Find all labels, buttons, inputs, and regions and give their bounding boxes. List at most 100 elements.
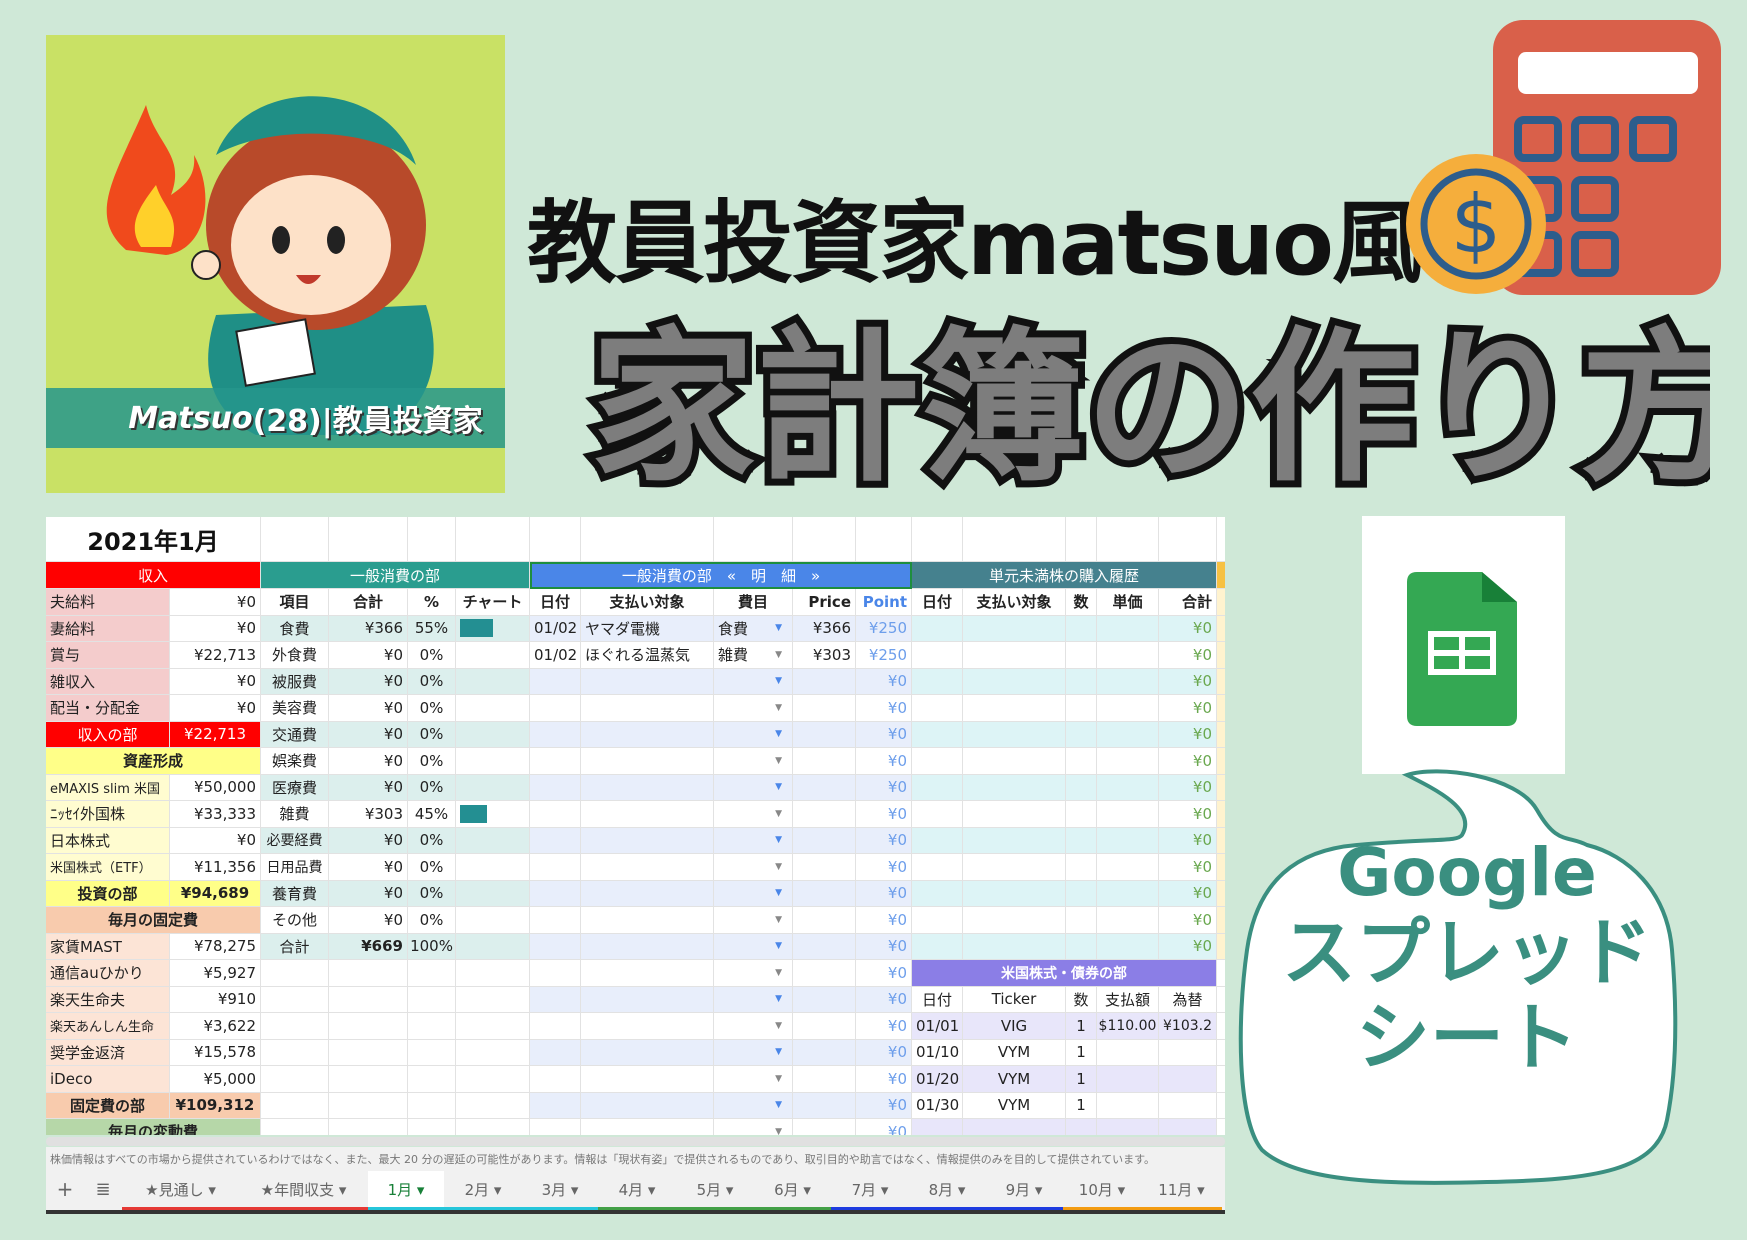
detail-payee[interactable] [581, 827, 714, 854]
cell[interactable] [261, 1039, 329, 1066]
row-value[interactable]: ¥11,356 [170, 854, 261, 881]
row-value[interactable]: ¥910 [170, 986, 261, 1013]
us-fx[interactable] [1159, 1039, 1217, 1066]
oddlot-cell[interactable] [963, 774, 1066, 801]
us-quantity[interactable]: 1 [1066, 1013, 1097, 1040]
detail-price[interactable] [793, 748, 856, 775]
row-value[interactable]: ¥109,312 [170, 1092, 261, 1119]
dropdown-arrow-icon[interactable]: ▼ [775, 756, 782, 766]
sheet-tab[interactable]: 1月 ▾ [368, 1171, 444, 1210]
cell[interactable] [1097, 1119, 1159, 1135]
cell[interactable] [1217, 748, 1225, 775]
us-paid[interactable] [1097, 1092, 1159, 1119]
detail-point[interactable]: ¥250 [856, 642, 912, 669]
oddlot-cell[interactable] [1066, 642, 1097, 669]
detail-date[interactable] [530, 695, 581, 722]
cell[interactable] [1217, 721, 1225, 748]
oddlot-cell[interactable] [1066, 748, 1097, 775]
detail-date[interactable] [530, 960, 581, 987]
detail-date[interactable] [530, 907, 581, 934]
row-value[interactable]: ¥22,713 [170, 642, 261, 669]
cell[interactable] [261, 1066, 329, 1093]
detail-price[interactable] [793, 1039, 856, 1066]
oddlot-cell[interactable] [1097, 748, 1159, 775]
oddlot-cell[interactable] [912, 827, 963, 854]
cell[interactable] [1217, 907, 1225, 934]
cell[interactable] [329, 1013, 408, 1040]
detail-price[interactable] [793, 960, 856, 987]
dropdown-arrow-icon[interactable]: ▼ [775, 915, 782, 925]
dropdown-arrow-icon[interactable]: ▼ [775, 835, 782, 845]
oddlot-cell[interactable] [963, 854, 1066, 881]
cell[interactable] [1217, 668, 1225, 695]
detail-date[interactable] [530, 721, 581, 748]
add-sheet-button[interactable]: + [46, 1171, 84, 1210]
oddlot-total[interactable]: ¥0 [1159, 774, 1217, 801]
dropdown-arrow-icon[interactable]: ▼ [775, 941, 782, 951]
cell[interactable] [408, 960, 456, 987]
category-total[interactable]: ¥0 [329, 774, 408, 801]
row-value[interactable]: ¥22,713 [170, 721, 261, 748]
us-quantity[interactable]: 1 [1066, 1066, 1097, 1093]
detail-payee[interactable] [581, 1092, 714, 1119]
cell[interactable] [456, 1092, 530, 1119]
detail-payee[interactable] [581, 801, 714, 828]
oddlot-cell[interactable] [963, 695, 1066, 722]
sheet-tab[interactable]: ★見通し ▾ [122, 1171, 239, 1210]
oddlot-cell[interactable] [912, 801, 963, 828]
cell-grid[interactable]: 2021年1月 収入 一般消費の部 一般消費の部 « 明 細 » 単元未満株の購入履歴夫… [46, 517, 1225, 1135]
oddlot-cell[interactable] [1066, 827, 1097, 854]
oddlot-total[interactable]: ¥0 [1159, 801, 1217, 828]
us-fx[interactable]: ¥103.2 [1159, 1013, 1217, 1040]
detail-payee[interactable] [581, 960, 714, 987]
oddlot-cell[interactable] [1097, 721, 1159, 748]
dropdown-arrow-icon[interactable]: ▼ [775, 1127, 782, 1135]
detail-date[interactable] [530, 1119, 581, 1135]
cell[interactable] [456, 986, 530, 1013]
detail-date[interactable] [530, 1066, 581, 1093]
detail-point[interactable]: ¥0 [856, 668, 912, 695]
detail-point[interactable]: ¥0 [856, 960, 912, 987]
category-total[interactable]: ¥0 [329, 748, 408, 775]
cell[interactable] [1217, 880, 1225, 907]
detail-payee[interactable]: ほぐれる温蒸気 [581, 642, 714, 669]
sheet-tab[interactable]: 11月 ▾ [1141, 1171, 1222, 1210]
oddlot-cell[interactable] [1066, 695, 1097, 722]
oddlot-cell[interactable] [1097, 880, 1159, 907]
oddlot-cell[interactable] [912, 721, 963, 748]
oddlot-cell[interactable] [963, 933, 1066, 960]
cell[interactable] [329, 1119, 408, 1135]
detail-date[interactable] [530, 880, 581, 907]
cell[interactable] [261, 517, 329, 562]
cell[interactable] [963, 517, 1066, 562]
category-percent[interactable]: 0% [408, 827, 456, 854]
detail-category-dropdown[interactable]: 雑費 ▼ [714, 642, 793, 669]
detail-category-dropdown[interactable]: ▼ [714, 854, 793, 881]
oddlot-cell[interactable] [1066, 907, 1097, 934]
row-value[interactable]: ¥5,927 [170, 960, 261, 987]
cell[interactable] [329, 986, 408, 1013]
detail-point[interactable]: ¥0 [856, 1013, 912, 1040]
sheet-tab[interactable]: 3月 ▾ [522, 1171, 598, 1210]
detail-point[interactable]: ¥0 [856, 880, 912, 907]
row-value[interactable]: ¥33,333 [170, 801, 261, 828]
cell[interactable] [1217, 1066, 1225, 1093]
oddlot-cell[interactable] [1066, 854, 1097, 881]
detail-category-dropdown[interactable]: ▼ [714, 1092, 793, 1119]
detail-payee[interactable] [581, 1066, 714, 1093]
detail-price[interactable] [793, 721, 856, 748]
sheet-tab[interactable]: 10月 ▾ [1063, 1171, 1141, 1210]
oddlot-cell[interactable] [963, 642, 1066, 669]
detail-category-dropdown[interactable]: ▼ [714, 986, 793, 1013]
oddlot-cell[interactable] [1097, 827, 1159, 854]
cell[interactable] [329, 517, 408, 562]
detail-payee[interactable] [581, 774, 714, 801]
detail-category-dropdown[interactable]: ▼ [714, 933, 793, 960]
cell[interactable] [408, 517, 456, 562]
row-value[interactable]: ¥0 [170, 589, 261, 616]
cell[interactable] [1217, 695, 1225, 722]
cell[interactable] [329, 960, 408, 987]
us-quantity[interactable]: 1 [1066, 1039, 1097, 1066]
detail-price[interactable] [793, 1092, 856, 1119]
oddlot-cell[interactable] [963, 668, 1066, 695]
